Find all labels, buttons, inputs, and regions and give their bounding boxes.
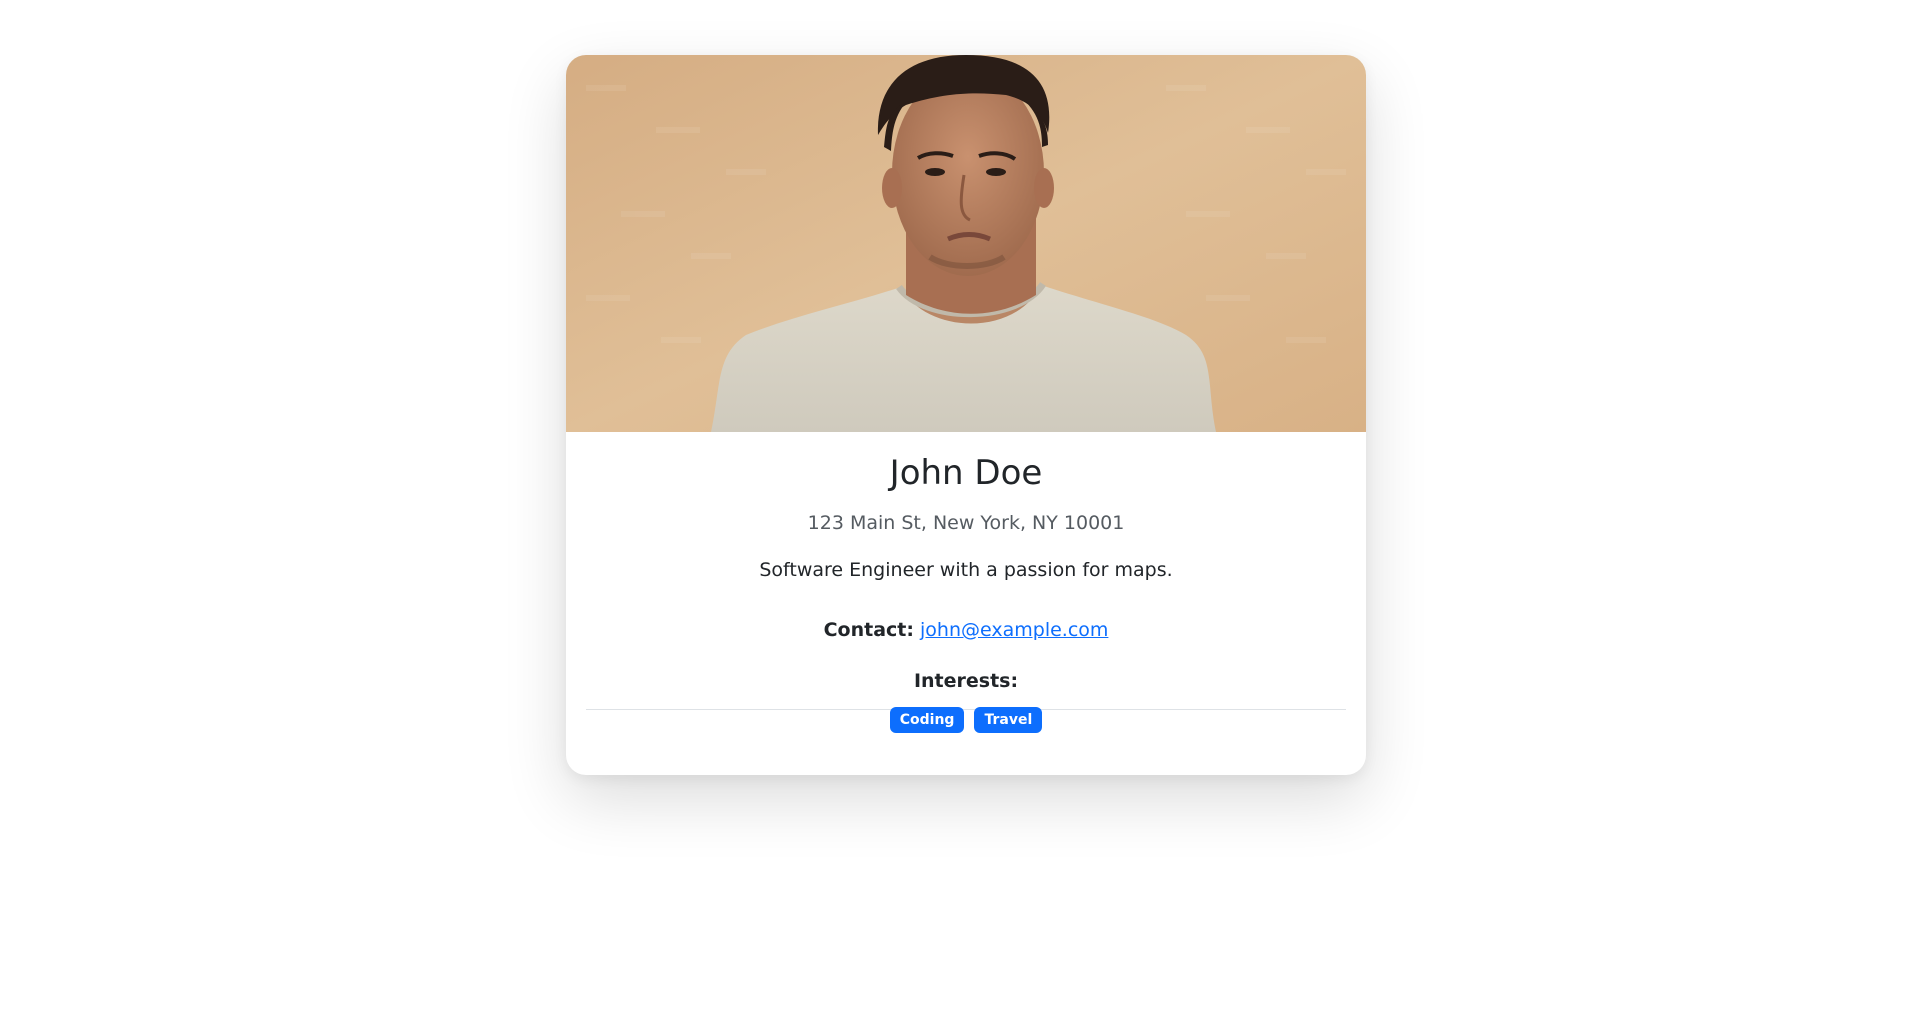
contact-label: Contact:	[823, 619, 914, 641]
interest-tag-travel[interactable]: Travel	[974, 707, 1043, 733]
interest-tag-coding[interactable]: Coding	[889, 707, 965, 733]
profile-card: John Doe 123 Main St, New York, NY 10001…	[566, 55, 1366, 775]
profile-name: John Doe	[889, 453, 1043, 493]
contact-row: Contact: john@example.com	[566, 617, 1366, 643]
contact-email-link[interactable]: john@example.com	[920, 619, 1108, 641]
profile-card-body: John Doe 123 Main St, New York, NY 10001…	[566, 432, 1366, 775]
profile-photo	[566, 55, 1366, 432]
profile-address: 123 Main St, New York, NY 10001	[807, 512, 1125, 534]
profile-bio: Software Engineer with a passion for map…	[759, 559, 1173, 581]
interests-tags: Coding Travel	[566, 707, 1366, 733]
interests-label: Interests:	[913, 670, 1019, 692]
